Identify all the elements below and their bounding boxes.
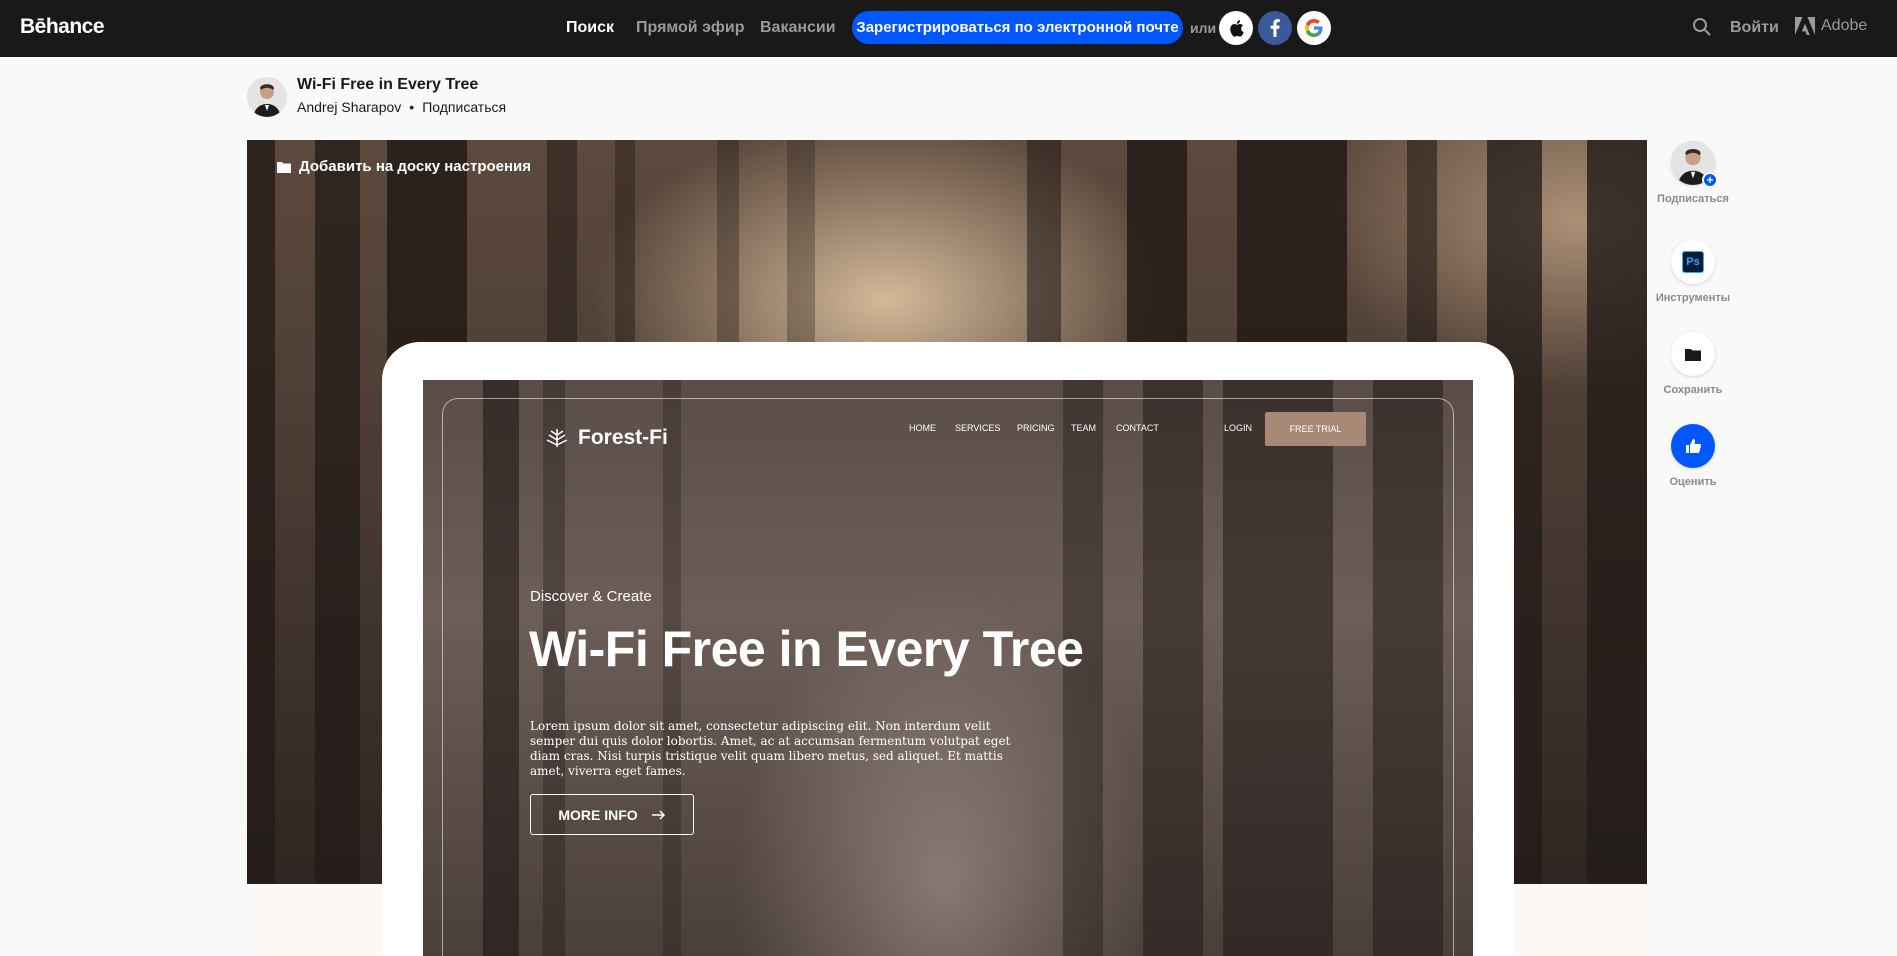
folder-icon: [1685, 348, 1701, 361]
google-icon: [1305, 19, 1323, 37]
mockup-more-info-label: MORE INFO: [558, 806, 638, 823]
owner-name-link[interactable]: Andrej Sharapov: [297, 99, 401, 115]
search-icon[interactable]: [1692, 17, 1712, 42]
nav-search[interactable]: Поиск: [566, 19, 614, 37]
mockup-nav-contact: CONTACT: [1116, 423, 1159, 433]
mockup-login: LOGIN: [1224, 423, 1253, 433]
mockup-body-text: Lorem ipsum dolor sit amet, consectetur …: [530, 719, 1011, 778]
mockup-nav-home: HOME: [909, 423, 936, 433]
mockup-more-info-button: MORE INFO: [530, 794, 694, 835]
rail-tools[interactable]: Ps Инструменты: [1650, 240, 1736, 304]
nav-jobs[interactable]: Вакансии: [760, 19, 836, 37]
follow-link[interactable]: Подписаться: [422, 99, 506, 115]
nav-livestreams[interactable]: Прямой эфир: [636, 19, 745, 37]
facebook-icon: [1270, 19, 1280, 37]
tree-trunk: [1587, 140, 1647, 884]
top-navigation-bar: Bēhance Поиск Прямой эфир Вакансии Зарег…: [0, 0, 1897, 57]
rail-appreciate-button[interactable]: [1671, 424, 1715, 468]
forest-fi-logo: Forest-Fi: [546, 426, 668, 450]
apple-signin-button[interactable]: [1219, 11, 1253, 45]
folder-icon: [277, 161, 291, 173]
mockup-headline: Wi-Fi Free in Every Tree: [529, 621, 1084, 677]
project-meta: Andrej Sharapov • Подписаться: [297, 99, 506, 115]
website-mockup-screen: Forest-Fi HOME SERVICES PRICING TEAM CON…: [423, 380, 1473, 956]
or-label: или: [1190, 20, 1217, 36]
add-to-moodboard-button[interactable]: Добавить на доску настроения: [277, 158, 531, 175]
facebook-signin-button[interactable]: [1258, 11, 1292, 45]
mockup-nav-pricing: PRICING: [1017, 423, 1055, 433]
rail-follow[interactable]: + Подписаться: [1650, 141, 1736, 205]
adobe-link[interactable]: Adobe: [1795, 17, 1867, 35]
rail-appreciate[interactable]: Оценить: [1650, 424, 1736, 488]
photoshop-icon: Ps: [1682, 251, 1704, 273]
login-link[interactable]: Войти: [1730, 19, 1779, 37]
plus-icon: +: [1702, 172, 1718, 188]
mockup-nav-team: TEAM: [1071, 423, 1097, 433]
owner-avatar[interactable]: [247, 77, 287, 117]
forest-fi-logo-text: Forest-Fi: [578, 426, 668, 449]
behance-logo[interactable]: Bēhance: [20, 15, 105, 39]
mockup-subtitle: Discover & Create: [530, 588, 652, 605]
signup-email-button[interactable]: Зарегистрироваться по электронной почте: [852, 11, 1183, 44]
project-title: Wi-Fi Free in Every Tree: [297, 76, 479, 93]
rail-save[interactable]: Сохранить: [1650, 332, 1736, 396]
rail-follow-avatar[interactable]: +: [1671, 141, 1718, 188]
adobe-icon: [1795, 17, 1815, 35]
rail-tools-button[interactable]: Ps: [1671, 240, 1715, 284]
mockup-free-trial-button: FREE TRIAL: [1265, 412, 1366, 446]
adobe-label: Adobe: [1821, 17, 1868, 34]
rail-appreciate-label: Оценить: [1669, 476, 1717, 488]
rail-follow-label: Подписаться: [1657, 193, 1729, 205]
google-signin-button[interactable]: [1297, 11, 1331, 45]
arrow-right-icon: [651, 809, 665, 820]
thumbs-up-icon: [1686, 439, 1701, 453]
tree-trunk: [315, 140, 360, 884]
rail-save-label: Сохранить: [1663, 384, 1723, 396]
tree-trunk: [247, 140, 275, 884]
rail-save-button[interactable]: [1671, 332, 1715, 376]
rail-tools-label: Инструменты: [1655, 292, 1731, 304]
leaf-icon: [546, 429, 568, 447]
mockup-nav-services: SERVICES: [955, 423, 1001, 433]
apple-icon: [1230, 20, 1244, 37]
separator-dot: •: [409, 99, 415, 115]
moodboard-label: Добавить на доску настроения: [299, 158, 532, 175]
